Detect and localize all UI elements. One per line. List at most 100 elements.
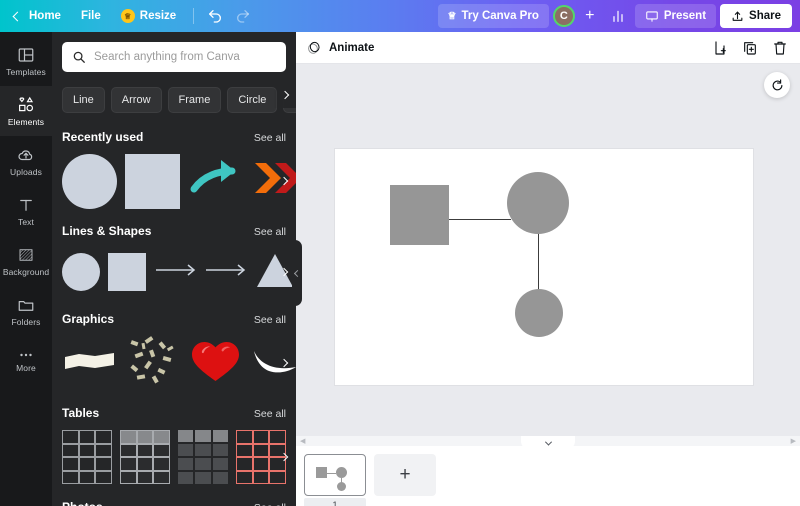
chevron-right-icon — [279, 176, 289, 186]
table-thumb-header[interactable] — [120, 430, 170, 484]
shape-circle-node-large[interactable] — [507, 172, 569, 234]
file-label: File — [80, 10, 101, 22]
share-upload-icon — [732, 11, 743, 21]
shape-thumb-circle[interactable] — [62, 253, 100, 291]
shape-thumb-square[interactable] — [108, 253, 146, 291]
shape-thumb-line[interactable] — [154, 251, 196, 294]
crown-icon: ♕ — [120, 9, 135, 23]
chips-next-button[interactable] — [274, 82, 296, 108]
paper-strip-icon — [65, 353, 114, 369]
share-label: Share — [749, 10, 781, 22]
table-thumb-plain[interactable] — [62, 430, 112, 484]
rotate-add-icon — [772, 78, 782, 90]
page-thumbnail[interactable] — [304, 454, 366, 496]
graphic-thumb-heart[interactable] — [188, 333, 243, 393]
arrow-icon — [206, 263, 246, 276]
present-button[interactable]: Present — [634, 4, 717, 28]
page-number-label: 1 — [304, 498, 366, 506]
sidebar-item-templates[interactable]: Templates — [0, 36, 52, 86]
sidebar-item-background[interactable]: Background — [0, 236, 52, 286]
design-page[interactable] — [335, 149, 753, 385]
add-page-icon — [715, 40, 726, 55]
graphic-thumb-confetti-money[interactable] — [125, 333, 180, 393]
add-collaborator-button[interactable]: + — [579, 5, 601, 27]
shape-thumb-arrow[interactable] — [204, 251, 246, 294]
element-thumb-curved-arrow[interactable] — [188, 151, 243, 211]
horizontal-scrollbar[interactable]: ◀ ▶ — [296, 436, 800, 450]
elements-panel: Line Arrow Frame Circle Square Recently … — [52, 32, 296, 506]
sidebar-item-uploads[interactable]: Uploads — [0, 136, 52, 186]
avatar-initial: C — [559, 10, 568, 22]
rotate-add-button[interactable] — [764, 72, 790, 98]
chip-label-line: Line — [73, 94, 94, 106]
scroll-left-arrow-icon[interactable]: ◀ — [300, 437, 305, 445]
try-canva-pro-button[interactable]: ♕ Try Canva Pro — [437, 4, 549, 28]
sidebar-item-text[interactable]: Text — [0, 186, 52, 236]
chip-line[interactable]: Line — [62, 87, 105, 113]
top-bar-right: ♕ Try Canva Pro C + Present Share — [437, 0, 800, 32]
sidebar-item-folders[interactable]: Folders — [0, 286, 52, 336]
chevron-right-icon — [279, 267, 289, 277]
chevron-down-icon — [544, 438, 552, 446]
see-all-graphics[interactable]: See all — [254, 314, 286, 326]
share-button[interactable]: Share — [720, 4, 792, 28]
add-page-tile[interactable]: + — [374, 454, 436, 496]
see-all-tables[interactable]: See all — [254, 408, 286, 420]
confetti-money-icon — [130, 336, 174, 384]
add-page-button[interactable] — [710, 38, 730, 58]
panel-collapse-handle[interactable] — [292, 240, 302, 306]
sidebar-label-uploads: Uploads — [10, 166, 42, 177]
bar-chart-icon — [613, 10, 623, 22]
recently-used-next-button[interactable] — [274, 163, 294, 199]
crown-icon-pro: ♕ — [447, 10, 457, 22]
editor-area: Animate ◀ ▶ 1 + — [296, 32, 800, 506]
see-all-photos[interactable]: See all — [254, 502, 286, 506]
avatar[interactable]: C — [552, 5, 575, 27]
lines-shapes-next-button[interactable] — [274, 254, 294, 290]
shape-square-node[interactable] — [390, 185, 449, 245]
search-icon — [73, 51, 85, 63]
sidebar-item-elements[interactable]: Elements — [0, 86, 52, 136]
row-recently-used — [52, 150, 296, 212]
page-strip: 1 + — [296, 446, 800, 506]
file-menu-button[interactable]: File — [72, 4, 110, 28]
page-thumbnail-item[interactable]: 1 — [304, 454, 366, 506]
curved-arrow-icon — [190, 160, 236, 193]
element-thumb-circle[interactable] — [62, 153, 117, 209]
graphic-thumb-paper-strip[interactable] — [62, 333, 117, 393]
element-thumb-square[interactable] — [125, 153, 180, 209]
see-all-recently-used[interactable]: See all — [254, 132, 286, 144]
delete-page-button[interactable] — [770, 38, 790, 58]
line-icon — [156, 263, 196, 276]
home-label: Home — [29, 10, 61, 22]
sidebar-label-templates: Templates — [6, 66, 46, 77]
chip-label-circle: Circle — [238, 94, 267, 106]
table-thumb-filled[interactable] — [178, 430, 228, 484]
insights-button[interactable] — [605, 4, 631, 28]
animate-button[interactable]: Animate — [306, 40, 374, 56]
duplicate-page-button[interactable] — [740, 38, 760, 58]
search-input[interactable] — [94, 51, 276, 63]
section-title-recently-used: Recently used — [62, 130, 144, 144]
tables-next-button[interactable] — [274, 439, 294, 475]
undo-button[interactable] — [202, 4, 228, 28]
chip-arrow[interactable]: Arrow — [110, 87, 162, 113]
home-button[interactable]: Home — [10, 4, 70, 28]
sidebar-item-more[interactable]: More — [0, 336, 52, 386]
present-label: Present — [663, 10, 707, 22]
chip-frame[interactable]: Frame — [167, 87, 222, 113]
shape-circle-node-small[interactable] — [515, 289, 563, 337]
scroll-right-arrow-icon[interactable]: ▶ — [791, 437, 796, 445]
resize-button[interactable]: ♕ Resize — [112, 4, 185, 28]
section-title-graphics: Graphics — [62, 312, 115, 326]
section-title-tables: Tables — [62, 406, 100, 420]
redo-button[interactable] — [230, 4, 256, 28]
chip-circle[interactable]: Circle — [227, 87, 278, 113]
canvas-area[interactable] — [296, 64, 800, 436]
connector-circle-to-circle — [538, 232, 539, 294]
thumb-circle-large — [336, 467, 347, 478]
search-bar[interactable] — [62, 42, 286, 72]
chip-label-frame: Frame — [178, 94, 211, 106]
see-all-lines-shapes[interactable]: See all — [254, 226, 286, 238]
graphics-next-button[interactable] — [274, 345, 294, 381]
